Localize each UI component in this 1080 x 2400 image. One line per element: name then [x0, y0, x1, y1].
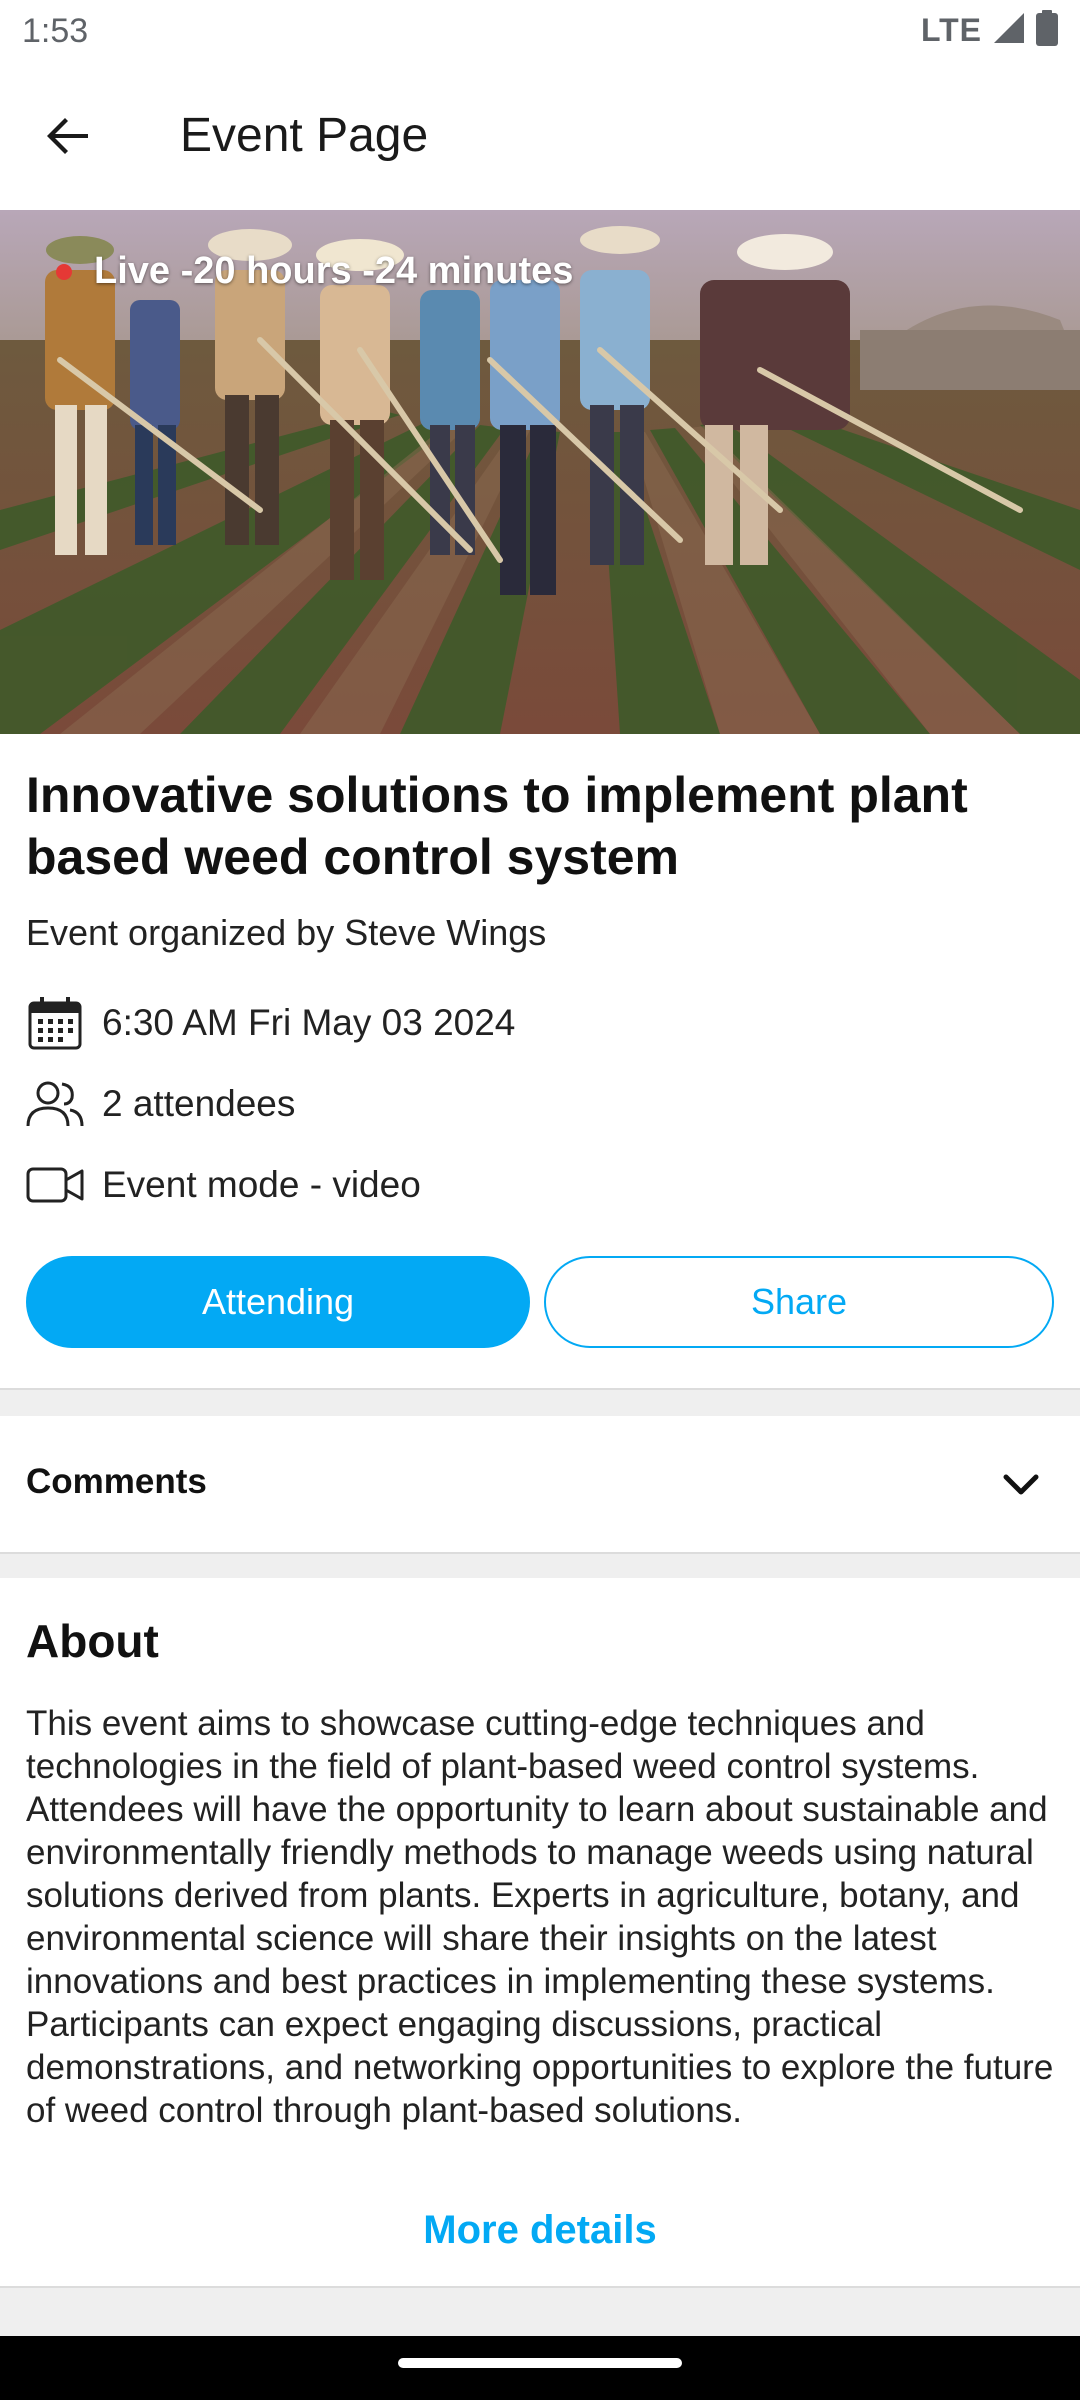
event-attendees: 2 attendees [102, 1083, 296, 1124]
back-button[interactable] [30, 98, 106, 174]
comments-label: Comments [26, 1462, 207, 1501]
event-title: Innovative solutions to implement plant … [26, 767, 968, 885]
page-title: Event Page [180, 109, 429, 162]
signal-icon [992, 11, 1026, 50]
section-divider [0, 1552, 1080, 1578]
live-countdown: Live -20 hours -24 minutes [94, 250, 574, 292]
section-divider [0, 1388, 1080, 1416]
system-navigation-bar [0, 2336, 1080, 2400]
section-divider [0, 2286, 1080, 2336]
event-mode: Event mode - video [102, 1164, 421, 1205]
network-type: LTE [920, 12, 982, 48]
event-datetime: 6:30 AM Fri May 03 2024 [102, 1002, 516, 1043]
event-cover-image: Live -20 hours -24 minutes [0, 210, 1080, 734]
event-datetime-row: 6:30 AM Fri May 03 2024 [26, 994, 515, 1052]
about-section: About This event aims to showcase cuttin… [0, 1578, 1080, 2286]
about-description: This event aims to showcase cutting-edge… [26, 1704, 1054, 2130]
chevron-down-icon[interactable] [998, 1462, 1044, 1508]
attending-button[interactable]: Attending [26, 1256, 530, 1348]
arrow-back-icon [47, 118, 88, 154]
more-details-link[interactable]: More details [0, 2208, 1080, 2253]
video-camera-icon [26, 1156, 84, 1214]
event-attendees-row: 2 attendees [26, 1075, 295, 1133]
event-organizer: Event organized by Steve Wings [26, 912, 547, 953]
share-button[interactable]: Share [544, 1256, 1054, 1348]
event-mode-row: Event mode - video [26, 1156, 421, 1214]
status-time: 1:53 [22, 12, 89, 50]
comments-section[interactable]: Comments [0, 1416, 1080, 1552]
battery-icon [1036, 10, 1058, 51]
status-icons: LTE [921, 10, 1058, 51]
about-title: About [26, 1615, 159, 1667]
app-bar: Event Page [0, 64, 1080, 210]
live-indicator-dot [56, 263, 72, 280]
home-gesture-handle[interactable] [398, 2358, 682, 2368]
calendar-icon [26, 994, 84, 1052]
live-badge: Live -20 hours -24 minutes [56, 250, 573, 293]
people-icon [26, 1075, 84, 1133]
status-bar: 1:53 LTE [0, 0, 1080, 64]
